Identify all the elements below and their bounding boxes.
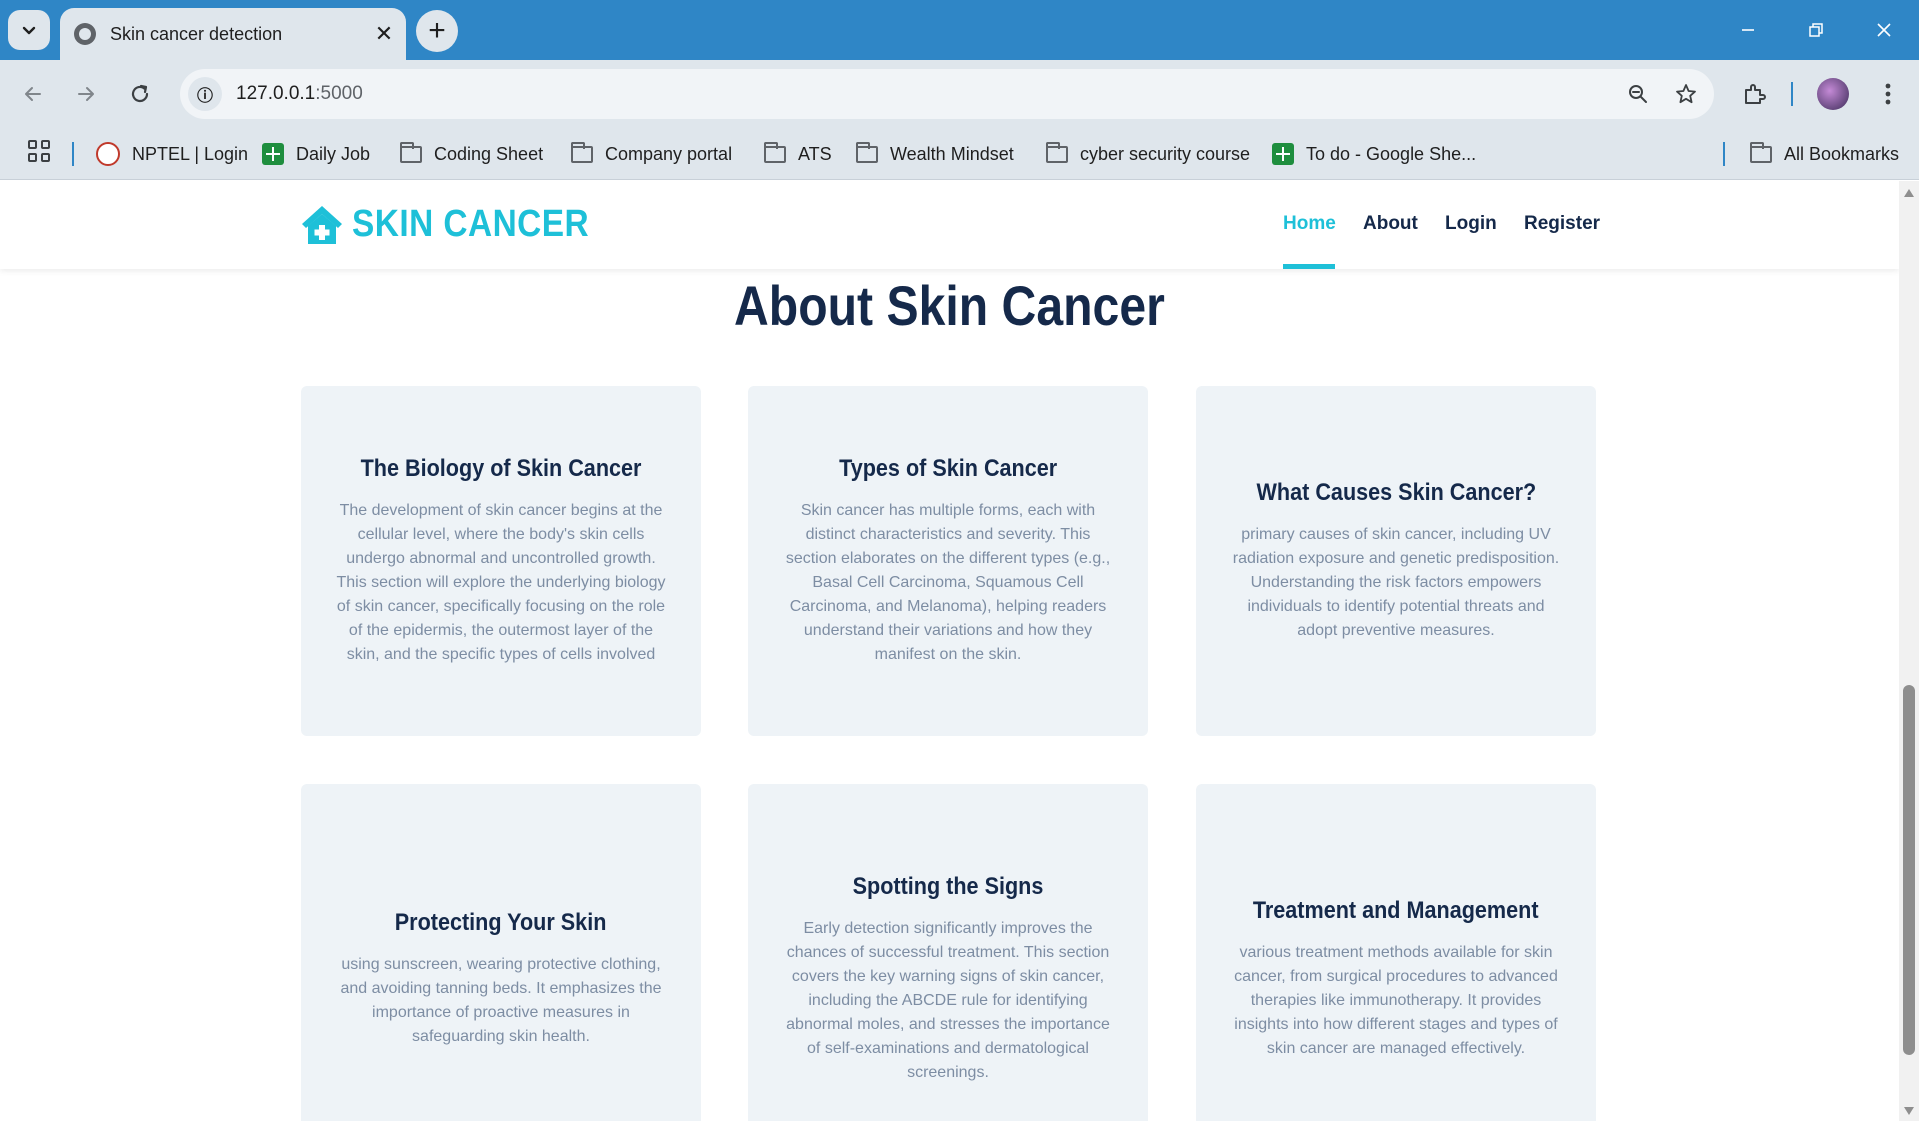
bookmark-todo[interactable]: To do - Google She...: [1272, 138, 1476, 170]
sheets-icon: [262, 143, 284, 165]
card-title: Types of Skin Cancer: [838, 455, 1058, 482]
section-title: About Skin Cancer: [734, 274, 1165, 337]
browser-tab[interactable]: Skin cancer detection ✕: [60, 8, 406, 60]
info-card: The Biology of Skin Cancer The developme…: [301, 386, 701, 736]
tab-search-button[interactable]: [8, 10, 50, 50]
bookmark-label: To do - Google She...: [1306, 143, 1477, 164]
forward-arrow-icon[interactable]: [68, 76, 104, 112]
folder-icon: [400, 141, 422, 163]
card-title: The Biology of Skin Cancer: [360, 455, 642, 482]
bookmark-label: Daily Job: [296, 143, 371, 164]
folder-icon: [856, 141, 878, 163]
minimize-icon[interactable]: [1714, 0, 1782, 60]
all-bookmarks[interactable]: All Bookmarks: [1750, 138, 1899, 170]
card-title: Spotting the Signs: [852, 873, 1044, 900]
browser-tab-bar: Skin cancer detection ✕ +: [0, 0, 1919, 60]
house-medical-icon: [302, 205, 342, 244]
nav-home[interactable]: Home: [1283, 213, 1336, 235]
address-bar[interactable]: ⓘ 127.0.0.1:5000: [180, 69, 1714, 119]
back-arrow-icon[interactable]: [15, 76, 51, 112]
folder-icon: [1750, 141, 1772, 163]
scrollbar-thumb[interactable]: [1903, 685, 1915, 1055]
bookmark-label: cyber security course: [1080, 143, 1251, 164]
card-title: What Causes Skin Cancer?: [1256, 479, 1536, 506]
restore-icon[interactable]: [1782, 0, 1850, 60]
bookmark-label: Coding Sheet: [434, 143, 544, 164]
site-logo[interactable]: SKIN CANCER: [300, 203, 621, 246]
site-navbar: SKIN CANCER Home About Login Register: [0, 181, 1899, 269]
card-text: various treatment methods available for …: [1234, 944, 1558, 1057]
bookmark-wealth-mindset[interactable]: Wealth Mindset: [856, 138, 1014, 170]
card-title: Protecting Your Skin: [395, 909, 607, 936]
folder-icon: [764, 141, 786, 163]
nav-login[interactable]: Login: [1445, 213, 1497, 235]
reload-icon[interactable]: [122, 76, 158, 112]
bookmark-label: ATS: [798, 143, 832, 164]
folder-icon: [571, 141, 593, 163]
bookmark-nptel[interactable]: NPTEL | Login: [96, 138, 248, 170]
new-tab-button[interactable]: +: [416, 10, 458, 52]
folder-icon: [1046, 141, 1068, 163]
profile-avatar[interactable]: [1817, 78, 1849, 110]
info-card: Treatment and Management various treatme…: [1196, 784, 1596, 1121]
scroll-up-icon[interactable]: [1904, 189, 1914, 197]
nav-active-indicator: [1283, 264, 1335, 269]
page-scrollbar[interactable]: [1899, 181, 1919, 1121]
card-text: Early detection significantly improves t…: [786, 920, 1110, 1081]
bookmark-ats[interactable]: ATS: [764, 138, 832, 170]
card-text: Skin cancer has multiple forms, each wit…: [785, 502, 1111, 663]
all-bookmarks-label: All Bookmarks: [1784, 143, 1900, 164]
tab-title: Skin cancer detection: [110, 23, 283, 44]
card-text: using sunscreen, wearing protective clot…: [340, 956, 662, 1045]
close-tab-icon[interactable]: ✕: [370, 20, 398, 48]
page-content: SKIN CANCER Home About Login Register Ab…: [0, 181, 1899, 1121]
sheets-icon: [1272, 143, 1294, 165]
more-menu-icon[interactable]: [1870, 76, 1906, 112]
scroll-down-icon[interactable]: [1904, 1107, 1914, 1115]
extensions-icon[interactable]: [1736, 76, 1772, 112]
bookmark-star-icon[interactable]: [1666, 74, 1706, 114]
site-info-icon[interactable]: ⓘ: [188, 77, 222, 111]
logo-text: SKIN CANCER: [352, 203, 590, 245]
url-text[interactable]: 127.0.0.1:5000: [236, 83, 1618, 105]
toolbar-divider: [1791, 82, 1793, 106]
info-card: Types of Skin Cancer Skin cancer has mul…: [748, 386, 1148, 736]
card-title: Treatment and Management: [1253, 897, 1539, 924]
browser-toolbar: ⓘ 127.0.0.1:5000: [0, 60, 1919, 128]
bookmark-label: Company portal: [605, 143, 733, 164]
nptel-icon: [96, 142, 120, 166]
url-port: :5000: [315, 83, 363, 104]
apps-grid-icon[interactable]: [28, 140, 50, 162]
nav-register[interactable]: Register: [1524, 213, 1600, 235]
close-window-icon[interactable]: [1850, 0, 1918, 60]
url-host: 127.0.0.1: [236, 83, 316, 104]
bookmark-cyber-security[interactable]: cyber security course: [1046, 138, 1250, 170]
card-text: primary causes of skin cancer, including…: [1232, 526, 1560, 639]
bookmark-daily-job[interactable]: Daily Job: [262, 138, 370, 170]
bookmarks-bar: NPTEL | Login Daily Job Coding Sheet Com…: [0, 128, 1919, 180]
bookmark-label: Wealth Mindset: [890, 143, 1014, 164]
info-card: Spotting the Signs Early detection signi…: [748, 784, 1148, 1121]
zoom-icon[interactable]: [1618, 74, 1658, 114]
info-card: Protecting Your Skin using sunscreen, we…: [301, 784, 701, 1121]
bookmark-label: NPTEL | Login: [132, 143, 249, 164]
chevron-down-icon: [22, 26, 36, 35]
nav-about[interactable]: About: [1363, 213, 1418, 235]
globe-icon: [74, 23, 96, 45]
bookmark-company-portal[interactable]: Company portal: [571, 138, 732, 170]
bookmark-coding-sheet[interactable]: Coding Sheet: [400, 138, 543, 170]
bookmarks-divider: [1723, 142, 1725, 166]
info-card: What Causes Skin Cancer? primary causes …: [1196, 386, 1596, 736]
bookmarks-divider: [72, 142, 74, 166]
card-text: The development of skin cancer begins at…: [336, 502, 666, 663]
